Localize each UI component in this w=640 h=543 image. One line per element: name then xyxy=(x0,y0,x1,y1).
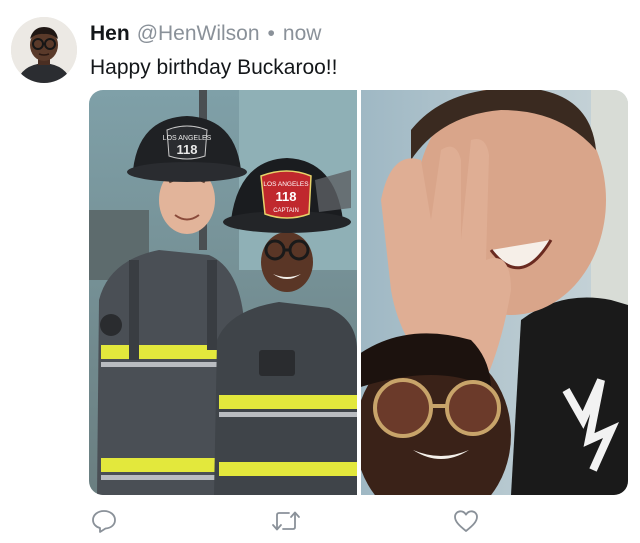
tweet: Hen @HenWilson • now Happy birthday Buck… xyxy=(0,0,640,543)
tweet-actions xyxy=(0,505,640,541)
avatar[interactable] xyxy=(11,17,77,83)
right-helmet-city: LOS ANGELES xyxy=(263,181,309,188)
photo-firefighters[interactable]: LOS ANGELES 118 LOS ANGELES 118 CAPTAIN xyxy=(89,90,357,495)
right-helmet-number: 118 xyxy=(276,189,297,204)
right-helmet-rank: CAPTAIN xyxy=(273,208,299,214)
tweet-text: Happy birthday Buckaroo!! xyxy=(90,56,338,79)
left-helmet-city: LOS ANGELES xyxy=(163,135,212,142)
left-helmet-number: 118 xyxy=(177,142,198,157)
user-handle[interactable]: @HenWilson xyxy=(137,22,260,46)
media-grid: LOS ANGELES 118 LOS ANGELES 118 CAPTAIN xyxy=(89,90,628,495)
retweet-icon xyxy=(272,511,300,531)
display-name[interactable]: Hen xyxy=(90,22,130,46)
reply-icon xyxy=(92,510,116,533)
separator-dot: • xyxy=(267,22,275,45)
timestamp[interactable]: now xyxy=(283,22,322,46)
tweet-header: Hen @HenWilson • now xyxy=(90,22,321,48)
heart-icon xyxy=(454,510,478,532)
like-button[interactable] xyxy=(450,505,482,537)
photo-selfie[interactable] xyxy=(361,90,628,495)
retweet-button[interactable] xyxy=(270,505,302,537)
reply-button[interactable] xyxy=(88,505,120,537)
